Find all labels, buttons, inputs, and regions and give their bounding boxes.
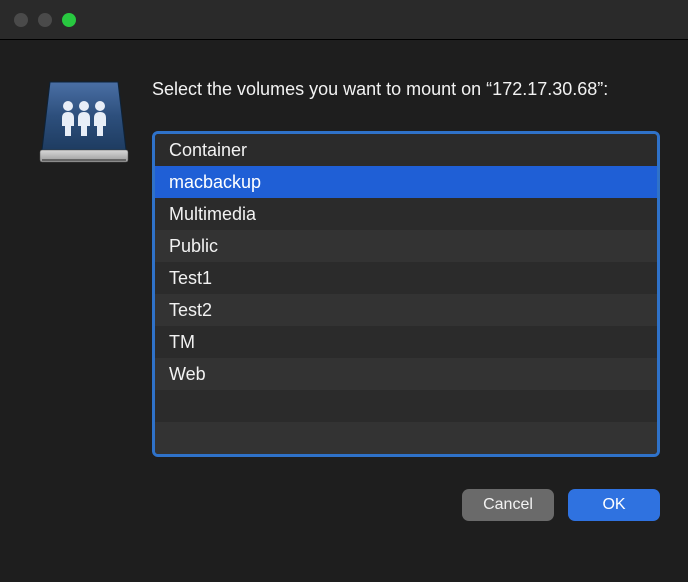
volume-list[interactable]: ContainermacbackupMultimediaPublicTest1T… [152,131,660,457]
network-drive-icon [38,76,130,457]
ok-button[interactable]: OK [568,489,660,521]
list-item[interactable]: Test2 [155,294,657,326]
close-icon[interactable] [14,13,28,27]
list-item[interactable]: Container [155,134,657,166]
list-item[interactable]: TM [155,326,657,358]
minimize-icon[interactable] [38,13,52,27]
list-item[interactable]: Public [155,230,657,262]
list-item[interactable]: Web [155,358,657,390]
list-item[interactable]: Test1 [155,262,657,294]
list-item[interactable] [155,422,657,454]
prompt-text: Select the volumes you want to mount on … [152,76,660,103]
list-item[interactable]: macbackup [155,166,657,198]
zoom-icon[interactable] [62,13,76,27]
list-item[interactable]: Multimedia [155,198,657,230]
cancel-button[interactable]: Cancel [462,489,554,521]
list-item[interactable] [155,390,657,422]
window-titlebar [0,0,688,40]
